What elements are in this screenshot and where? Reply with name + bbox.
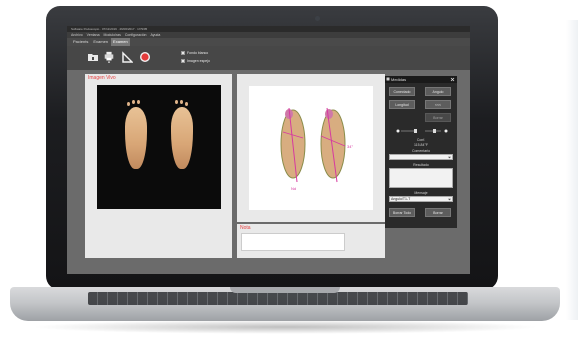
print-icon[interactable] <box>103 51 115 63</box>
tab-examen-active[interactable]: Examen <box>111 38 130 46</box>
borrar-tool-button[interactable]: Borrar <box>425 113 451 122</box>
foot-analysis-drawing: Nd 34° <box>280 107 353 191</box>
measure-tool-window: Medidas Conectado Angulo Longitud <<< Bo… <box>385 76 457 228</box>
notes-label: Nota <box>240 225 251 231</box>
angulo-button[interactable]: Angulo <box>425 87 451 96</box>
borrar-button[interactable]: Borrar <box>425 208 451 217</box>
toe-mark <box>132 100 135 104</box>
webcam-icon <box>315 16 320 21</box>
tab-examen[interactable]: Examen <box>91 38 110 46</box>
chevron-down-icon <box>448 198 451 201</box>
result-label: Resultado <box>413 163 429 167</box>
background-glow <box>566 20 578 320</box>
analysis-panel: Nd 34° <box>237 74 385 222</box>
toe-mark <box>185 102 188 106</box>
comment-label: Comentario <box>411 149 431 153</box>
live-image-panel: Imagen Vivo <box>85 74 232 258</box>
tab-bar: Pacients Examen Examen <box>67 38 470 46</box>
chevron-down-icon <box>448 156 451 159</box>
checkbox-imagen-espejo[interactable] <box>181 59 185 63</box>
toolbar: Fondo blanco Imagen espejo <box>67 46 470 70</box>
tool-window-title: Medidas <box>385 76 457 83</box>
measure-label: Mensaje <box>414 191 428 195</box>
longitud-button[interactable]: Longitud <box>389 100 415 109</box>
close-icon[interactable] <box>450 77 455 82</box>
tab-pacientes[interactable]: Pacients <box>71 38 90 46</box>
right-foot-image <box>171 107 193 169</box>
live-foot-photo <box>97 85 221 209</box>
option-fondo-blanco[interactable]: Fondo blanco <box>181 51 208 55</box>
measure-select-value: Angulo/T1-T <box>391 197 411 201</box>
left-foot-measure: Nd <box>291 186 296 191</box>
option-imagen-espejo-label: Imagen espejo <box>187 59 210 63</box>
back-button[interactable]: <<< <box>425 100 451 109</box>
conectado-button[interactable]: Conectado <box>389 87 415 96</box>
checkbox-fondo-blanco[interactable] <box>181 51 185 55</box>
app-window: Software Podoscopio · 07/11/2019 · 26/06… <box>67 26 470 274</box>
laptop-shadow <box>30 320 540 334</box>
option-fondo-blanco-label: Fondo blanco <box>187 51 209 55</box>
folder-icon[interactable] <box>87 51 99 63</box>
live-image-label: Imagen Vivo <box>88 75 116 81</box>
conf-value: 115.84°F <box>414 143 428 147</box>
result-textarea[interactable] <box>389 168 453 188</box>
notes-panel: Nota <box>237 224 385 258</box>
conf-label: Conf. <box>416 138 426 142</box>
notes-textarea[interactable] <box>241 233 345 251</box>
right-foot-measure: 34° <box>347 144 353 149</box>
toe-mark <box>127 102 130 106</box>
zoom-slider[interactable] <box>395 128 449 134</box>
measure-select[interactable]: Angulo/T1-T <box>389 196 453 202</box>
toe-mark <box>180 100 183 104</box>
tool-window-icon <box>386 77 390 81</box>
analysis-canvas[interactable]: Nd 34° <box>249 86 373 210</box>
borrar-todo-button[interactable]: Borrar Todo <box>389 208 415 217</box>
laptop-keyboard <box>88 292 468 305</box>
toe-mark <box>137 100 140 104</box>
left-foot-image <box>125 107 147 169</box>
record-icon[interactable] <box>139 51 151 63</box>
option-imagen-espejo[interactable]: Imagen espejo <box>181 59 210 63</box>
comment-select[interactable] <box>389 154 453 160</box>
laptop-hinge-lip <box>230 287 340 293</box>
toe-mark <box>175 100 178 104</box>
angle-icon[interactable] <box>121 51 133 63</box>
